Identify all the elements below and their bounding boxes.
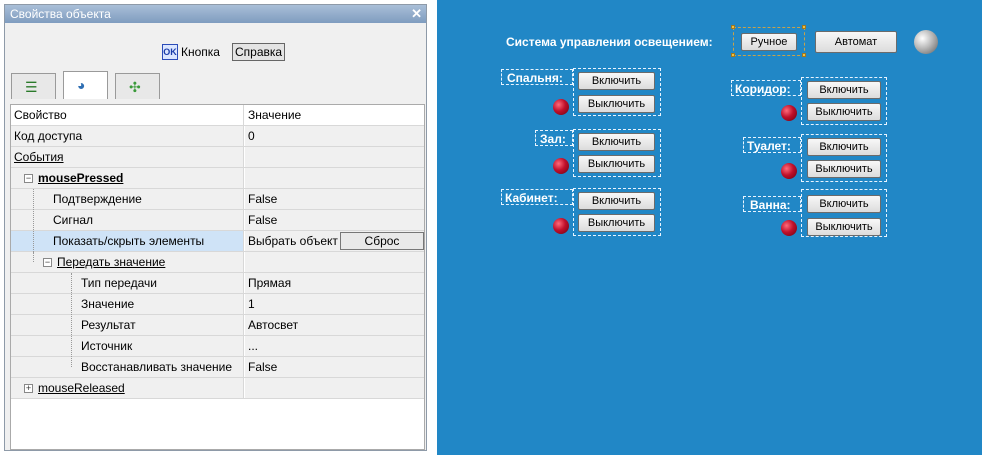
properties-panel: Свойства объекта ✕ OK Кнопка Справка ☰ ◕… xyxy=(4,4,427,451)
tree-line xyxy=(33,189,34,252)
object-type-label: Кнопка xyxy=(181,45,220,59)
table-row[interactable]: События xyxy=(11,147,424,168)
table-row[interactable]: Восстанавливать значение False xyxy=(11,357,424,378)
property-value[interactable]: 1 xyxy=(248,297,255,311)
system-title: Система управления освещением: xyxy=(506,35,713,49)
table-row[interactable]: Тип передачи Прямая xyxy=(11,273,424,294)
property-value[interactable]: False xyxy=(248,360,277,374)
toilet-off-button[interactable]: Выключить xyxy=(807,160,881,178)
room-label-corridor: Коридор: xyxy=(735,82,791,96)
corridor-on-button[interactable]: Включить xyxy=(807,81,881,99)
property-name: Значение xyxy=(81,297,135,311)
object-toolbar: OK Кнопка Справка xyxy=(5,43,426,62)
office-on-button[interactable]: Включить xyxy=(578,192,655,210)
room-label-hall: Зал: xyxy=(540,132,566,146)
select-object-value[interactable]: Выбрать объект xyxy=(248,234,338,248)
property-name: Результат xyxy=(81,318,136,332)
tree-line xyxy=(71,273,72,367)
table-row[interactable]: Подтверждение False xyxy=(11,189,424,210)
event-mousereleased[interactable]: mouseReleased xyxy=(38,381,125,395)
table-row[interactable]: Показать/скрыть элементы Выбрать объект … xyxy=(11,231,424,252)
property-name: Тип передачи xyxy=(81,276,157,290)
tab-properties[interactable]: ☰ xyxy=(11,73,56,99)
corridor-lamp-indicator xyxy=(781,105,797,121)
bathroom-on-button[interactable]: Включить xyxy=(807,195,881,213)
office-lamp-indicator xyxy=(553,218,569,234)
reset-button[interactable]: Сброс xyxy=(340,232,424,250)
expand-icon[interactable]: + xyxy=(24,384,33,394)
office-off-button[interactable]: Выключить xyxy=(578,214,655,232)
selection-handle[interactable] xyxy=(802,25,806,29)
manual-mode-button[interactable]: Ручное xyxy=(741,33,797,51)
table-row[interactable]: + mouseReleased xyxy=(11,378,424,399)
property-grid: Свойство Значение Код доступа 0 События … xyxy=(10,104,425,450)
room-label-toilet: Туалет: xyxy=(747,139,791,153)
property-value[interactable]: False xyxy=(248,192,277,206)
room-label-office: Кабинет: xyxy=(505,191,558,205)
toilet-on-button[interactable]: Включить xyxy=(807,138,881,156)
hall-off-button[interactable]: Выключить xyxy=(578,155,655,173)
events-link[interactable]: События xyxy=(14,150,64,164)
bedroom-on-button[interactable]: Включить xyxy=(578,72,655,90)
panel-tabs: ☰ ◕ ✣ xyxy=(11,71,171,99)
tree-line xyxy=(33,252,34,262)
palette-icon: ◕ xyxy=(77,77,86,93)
hall-on-button[interactable]: Включить xyxy=(578,133,655,151)
ok-icon[interactable]: OK xyxy=(162,44,178,60)
grid-header: Свойство Значение xyxy=(11,105,424,126)
bedroom-lamp-indicator xyxy=(553,99,569,115)
selection-handle[interactable] xyxy=(731,25,735,29)
event-mousepressed[interactable]: mousePressed xyxy=(38,171,123,185)
table-row[interactable]: Код доступа 0 xyxy=(11,126,424,147)
toilet-lamp-indicator xyxy=(781,163,797,179)
list-icon: ☰ xyxy=(25,79,38,95)
auto-mode-button[interactable]: Автомат xyxy=(815,31,897,53)
property-value[interactable]: Автосвет xyxy=(248,318,298,332)
table-row[interactable]: Сигнал False xyxy=(11,210,424,231)
header-property: Свойство xyxy=(11,105,244,125)
room-label-bathroom: Ванна: xyxy=(750,198,791,212)
table-row[interactable]: − Передать значение xyxy=(11,252,424,273)
bathroom-off-button[interactable]: Выключить xyxy=(807,218,881,236)
table-row[interactable]: Источник ... xyxy=(11,336,424,357)
table-row[interactable]: − mousePressed xyxy=(11,168,424,189)
property-name: Сигнал xyxy=(53,213,94,227)
table-row[interactable]: Результат Автосвет xyxy=(11,315,424,336)
collapse-icon[interactable]: − xyxy=(43,258,52,268)
collapse-icon[interactable]: − xyxy=(24,174,33,184)
property-value[interactable]: False xyxy=(248,213,277,227)
property-name: Восстанавливать значение xyxy=(81,360,233,374)
property-value[interactable]: 0 xyxy=(248,129,255,143)
tab-events[interactable]: ✣ xyxy=(115,73,160,99)
pass-value-group[interactable]: Передать значение xyxy=(57,255,165,269)
property-name: Показать/скрыть элементы xyxy=(53,234,205,248)
property-value[interactable]: Прямая xyxy=(248,276,291,290)
close-icon[interactable]: ✕ xyxy=(411,5,422,23)
bedroom-off-button[interactable]: Выключить xyxy=(578,95,655,113)
table-row[interactable]: Значение 1 xyxy=(11,294,424,315)
property-name: Источник xyxy=(81,339,133,353)
hall-lamp-indicator xyxy=(553,158,569,174)
hmi-canvas: Система управления освещением: Ручное Ав… xyxy=(437,0,982,455)
panel-titlebar: Свойства объекта ✕ xyxy=(5,5,426,23)
room-label-bedroom: Спальня: xyxy=(507,71,563,85)
mode-indicator xyxy=(914,30,938,54)
help-button[interactable]: Справка xyxy=(232,43,286,61)
header-value: Значение xyxy=(245,105,424,125)
selection-handle[interactable] xyxy=(731,53,735,57)
bathroom-lamp-indicator xyxy=(781,220,797,236)
selection-handle[interactable] xyxy=(802,53,806,57)
property-value[interactable]: ... xyxy=(248,339,258,353)
property-name: Подтверждение xyxy=(53,192,142,206)
event-icon: ✣ xyxy=(129,79,141,95)
panel-title: Свойства объекта xyxy=(10,7,111,21)
corridor-off-button[interactable]: Выключить xyxy=(807,103,881,121)
tab-appearance[interactable]: ◕ xyxy=(63,71,108,99)
property-name: Код доступа xyxy=(14,129,83,143)
